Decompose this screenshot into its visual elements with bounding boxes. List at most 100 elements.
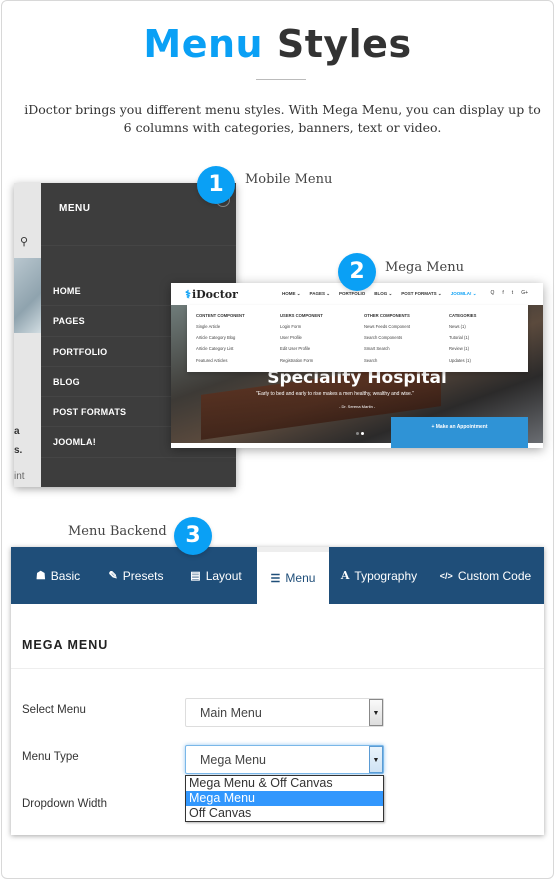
menu-link[interactable]: Registration Form <box>280 358 323 363</box>
select-menu-label: Select Menu <box>22 704 86 716</box>
menu-link[interactable]: Smart Search <box>364 346 410 351</box>
stethoscope-icon: ⚕ <box>185 288 191 301</box>
background-photo <box>14 258 41 333</box>
tab-custom-code[interactable]: </> Custom Code <box>429 547 542 604</box>
menu-type-value: Mega Menu <box>200 753 267 767</box>
brush-icon: ✎ <box>108 570 118 582</box>
menu-link[interactable]: Single Article <box>196 324 245 329</box>
tab-label: Menu <box>285 571 316 585</box>
menu-link[interactable]: News (1) <box>449 324 476 329</box>
mega-menu-column: OTHER COMPONENTS News Feeds Component Se… <box>364 313 410 369</box>
option-off-canvas[interactable]: Off Canvas <box>186 806 383 821</box>
tab-layout[interactable]: ▤ Layout <box>175 547 257 604</box>
tab-presets[interactable]: ✎ Presets <box>97 547 175 604</box>
mobile-menu-item-blog[interactable]: BLOG <box>53 377 80 387</box>
slider-dot[interactable] <box>356 432 359 435</box>
home-icon: ☗ <box>35 570 46 582</box>
nav-joomla[interactable]: JOOMLA! ⌄ <box>451 291 477 297</box>
tab-typography[interactable]: A Typography <box>329 547 429 604</box>
twitter-icon[interactable]: t <box>512 290 513 296</box>
tab-label: Layout <box>205 568 242 583</box>
tab-label: Typography <box>354 568 418 583</box>
page-title: Menu Styles <box>0 22 555 66</box>
menu-link[interactable]: Featured Articles <box>196 358 245 363</box>
hero-quote: "Early to bed and early to rise makes a … <box>256 391 414 397</box>
make-appointment-button[interactable]: + Make an Appointment <box>391 417 528 448</box>
column-heading: OTHER COMPONENTS <box>364 313 410 318</box>
menu-link[interactable]: Edit User Profile <box>280 346 323 351</box>
nav-blog[interactable]: BLOG ⌄ <box>374 291 392 297</box>
tab-basic[interactable]: ☗ Basic <box>11 547 97 604</box>
text-fragment: a <box>14 426 20 437</box>
search-icon[interactable]: ⚲ <box>20 235 28 248</box>
column-heading: CATEGORIES <box>449 313 477 318</box>
section-divider <box>11 668 544 669</box>
nav-post-formats[interactable]: POST FORMATS ⌄ <box>401 291 441 297</box>
menu-link[interactable]: Article Category Blog <box>196 335 245 340</box>
option-mega-menu[interactable]: Mega Menu <box>186 791 383 806</box>
menu-link[interactable]: Article Category List <box>196 346 245 351</box>
tab-menu[interactable]: ☰ Menu <box>257 547 329 604</box>
mobile-menu-item-home[interactable]: HOME <box>53 286 81 296</box>
page-background-strip: ⚲ a s. int <box>14 183 41 487</box>
text-fragment: s. <box>14 445 23 456</box>
slider-dots[interactable] <box>356 432 364 435</box>
menu-link[interactable]: Search Components <box>364 335 410 340</box>
title-divider <box>256 79 306 80</box>
menu-backend-panel: ☗ Basic ✎ Presets ▤ Layout ☰ Menu A Typograph… <box>11 547 544 835</box>
menu-link[interactable]: Updates (1) <box>449 358 476 363</box>
chevron-down-icon[interactable]: ▼ <box>369 699 383 726</box>
mega-menu-column: USERS COMPONENT Login Form User Profile … <box>280 313 323 369</box>
select-menu-value: Main Menu <box>200 706 262 720</box>
callout-label-mega-menu: Mega Menu <box>385 260 464 275</box>
mobile-menu-item-portfolio[interactable]: PORTFOLIO <box>53 347 107 357</box>
menu-link[interactable]: Tutorial (1) <box>449 335 476 340</box>
menu-link[interactable]: News Feeds Component <box>364 324 410 329</box>
facebook-icon[interactable]: f <box>502 290 503 296</box>
nav-home[interactable]: HOME ⌄ <box>282 291 301 297</box>
google-plus-icon[interactable]: G+ <box>521 290 528 296</box>
main-nav: HOME ⌄ PAGES ⌄ PORTFOLIO BLOG ⌄ POST FOR… <box>282 291 476 297</box>
divider <box>41 457 236 458</box>
menu-link[interactable]: Search <box>364 358 410 363</box>
menu-type-dropdown[interactable]: Mega Menu ▼ <box>185 745 384 774</box>
mobile-menu-title: MENU <box>59 203 91 214</box>
menu-type-label: Menu Type <box>22 751 79 763</box>
mobile-menu-item-joomla[interactable]: JOOMLA! <box>53 437 96 447</box>
column-heading: CONTENT COMPONENT <box>196 313 245 318</box>
option-mega-menu-off-canvas[interactable]: Mega Menu & Off Canvas <box>186 776 383 791</box>
callout-label-menu-backend: Menu Backend <box>68 524 167 539</box>
layout-icon: ▤ <box>190 570 201 582</box>
mega-menu-column: CATEGORIES News (1) Tutorial (1) Review … <box>449 313 476 369</box>
nav-portfolio[interactable]: PORTFOLIO <box>339 291 365 297</box>
slider-dot[interactable] <box>361 432 364 435</box>
column-heading: USERS COMPONENT <box>280 313 323 318</box>
menu-type-options: Mega Menu & Off Canvas Mega Menu Off Can… <box>185 775 384 822</box>
menu-link[interactable]: Login Form <box>280 324 323 329</box>
mega-menu-dropdown: CONTENT COMPONENT Single Article Article… <box>187 305 528 372</box>
menu-link[interactable]: User Profile <box>280 335 323 340</box>
mobile-menu-item-post-formats[interactable]: POST FORMATS <box>53 407 126 417</box>
divider <box>41 245 236 246</box>
site-logo[interactable]: ⚕iDoctor <box>185 288 238 301</box>
tab-label: Basic <box>50 568 81 583</box>
mega-menu-column: CONTENT COMPONENT Single Article Article… <box>196 313 245 369</box>
callout-label-mobile-menu: Mobile Menu <box>245 172 333 187</box>
title-accent: Menu <box>143 22 264 66</box>
nav-icons: Q f t G+ <box>491 290 528 296</box>
chevron-down-icon[interactable]: ▼ <box>369 746 383 773</box>
callout-badge-1: 1 <box>197 166 235 204</box>
tab-label: Custom Code <box>457 568 532 583</box>
select-menu-dropdown[interactable]: Main Menu ▼ <box>185 698 384 727</box>
mobile-menu-item-pages[interactable]: PAGES <box>53 316 85 326</box>
dropdown-width-label: Dropdown Width <box>22 798 108 810</box>
list-icon: ☰ <box>270 572 281 585</box>
intro-text: iDoctor brings you different menu styles… <box>24 102 541 135</box>
settings-tabs: ☗ Basic ✎ Presets ▤ Layout ☰ Menu A Typograph… <box>11 547 544 604</box>
title-rest: Styles <box>276 22 412 66</box>
nav-pages[interactable]: PAGES ⌄ <box>310 291 330 297</box>
tab-label: Presets <box>122 568 164 583</box>
menu-link[interactable]: Review (1) <box>449 346 476 351</box>
search-icon[interactable]: Q <box>491 290 495 296</box>
hero-author: - Dr. Serena Martin - <box>339 404 376 409</box>
